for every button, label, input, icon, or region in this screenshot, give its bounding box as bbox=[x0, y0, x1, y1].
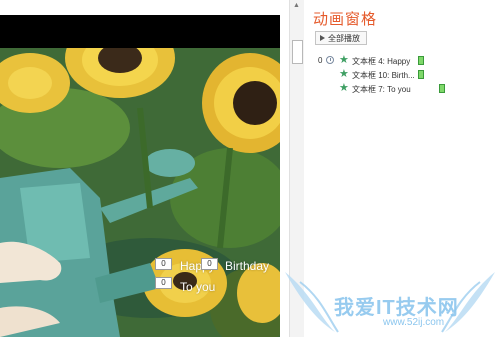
star-effect-icon: ★ bbox=[339, 54, 349, 66]
star-effect-icon: ★ bbox=[339, 68, 349, 80]
watermark-url: www.52ij.com bbox=[383, 317, 445, 328]
vertical-scrollbar[interactable]: ▲ bbox=[289, 0, 305, 337]
star-effect-icon: ★ bbox=[339, 82, 349, 94]
timing-bar[interactable] bbox=[439, 84, 445, 93]
animation-item-label: 文本框 7: To you bbox=[352, 85, 411, 94]
play-icon bbox=[320, 35, 325, 41]
animation-tag[interactable]: 0 bbox=[201, 258, 218, 270]
animation-list-item[interactable]: ★ 文本框 7: To you bbox=[304, 82, 500, 96]
animation-list-item[interactable]: 0 ★ 文本框 4: Happy bbox=[304, 54, 500, 68]
timing-bar[interactable] bbox=[418, 70, 424, 79]
sunflower-illustration bbox=[0, 48, 280, 337]
timing-bar[interactable] bbox=[418, 56, 424, 65]
animation-order-number: 0 bbox=[318, 56, 323, 65]
clock-icon bbox=[326, 56, 334, 64]
slide-top-band bbox=[0, 15, 280, 48]
watermark-text: 我爱IT技术网 bbox=[334, 297, 459, 319]
animation-list-item[interactable]: ★ 文本框 10: Birth... bbox=[304, 68, 500, 82]
slide-canvas-area: 0 Happy 0 Birthday 0 To you bbox=[0, 0, 280, 337]
animation-item-label: 文本框 4: Happy bbox=[352, 57, 411, 66]
pane-title: 动画窗格 bbox=[313, 11, 378, 28]
slide-text-birthday[interactable]: Birthday bbox=[225, 259, 269, 273]
animation-tag[interactable]: 0 bbox=[155, 277, 172, 289]
slide-text-to-you[interactable]: To you bbox=[180, 280, 215, 294]
play-all-label: 全部播放 bbox=[328, 33, 360, 43]
animation-tag[interactable]: 0 bbox=[155, 258, 172, 270]
animation-item-label: 文本框 10: Birth... bbox=[352, 71, 415, 80]
slide-artwork bbox=[0, 48, 280, 337]
animation-pane: 动画窗格 全部播放 0 ★ 文本框 4: Happy ★ 文本框 10: Bir… bbox=[304, 0, 500, 337]
play-all-button[interactable]: 全部播放 bbox=[315, 31, 367, 45]
scrollbar-thumb[interactable] bbox=[292, 40, 303, 64]
scroll-up-arrow-icon[interactable]: ▲ bbox=[293, 2, 300, 9]
